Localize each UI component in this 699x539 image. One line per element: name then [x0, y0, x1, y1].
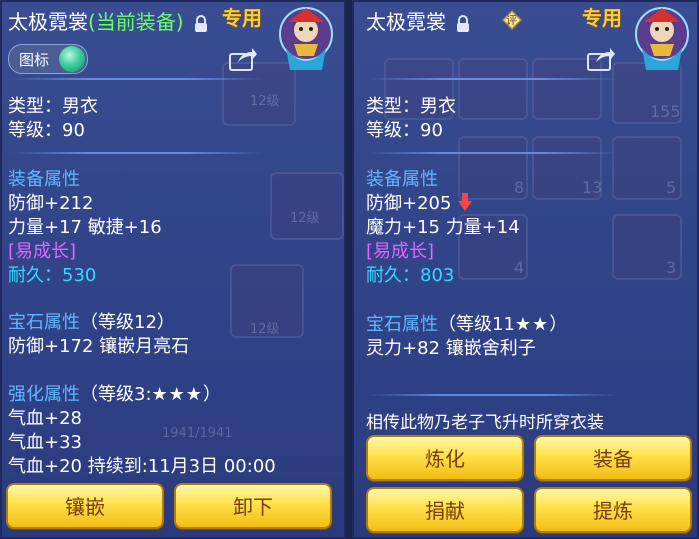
level-line: 等级：90: [8, 120, 85, 141]
enhance-header: 强化属性: [8, 384, 80, 405]
share-icon[interactable]: [228, 46, 258, 72]
item-name: 太极霓裳: [366, 10, 446, 34]
share-icon[interactable]: [586, 46, 616, 72]
enhance-header-line: 强化属性（等级3:★★★）: [8, 380, 221, 406]
gem-header: 宝石属性: [366, 314, 438, 335]
enhance-line: 气血+33: [8, 432, 82, 453]
durability-line: 耐久：803: [366, 265, 455, 286]
rating-badge-label: 评: [506, 14, 517, 27]
gem-line: 防御+172 镶嵌月亮石: [8, 336, 190, 357]
gem-line: 灵力+82 镶嵌舍利子: [366, 338, 536, 359]
bg-slot-count: 4: [514, 258, 525, 277]
divider: [368, 78, 618, 80]
lock-icon: [194, 14, 207, 32]
divider: [368, 152, 618, 154]
gem-close: ）: [549, 314, 568, 335]
bg-slot-count: 13: [582, 178, 603, 197]
enhance-stars: ★★★: [151, 384, 203, 405]
lock-icon: [457, 14, 470, 32]
extract-button[interactable]: 提炼: [534, 487, 692, 533]
divider: [12, 152, 262, 154]
enhance-line: 气血+20 持续到:11月3日 00:00: [8, 456, 276, 477]
bg-slot-label: 12级: [250, 94, 280, 109]
down-arrow-icon: [458, 193, 473, 211]
rating-badge-icon[interactable]: 评: [502, 10, 522, 30]
item-title: 太极霓裳(当前装备): [8, 6, 208, 35]
item-title: 太极霓裳: [366, 6, 470, 35]
bg-slot-count: 5: [666, 178, 677, 197]
type-line: 类型：男衣: [366, 96, 456, 117]
gem-header-line: 宝石属性（等级11★★）: [366, 310, 567, 336]
lore-text: 相传此物乃老子飞升时所穿衣装: [366, 413, 604, 433]
level-line: 等级：90: [366, 120, 443, 141]
enhance-close: ）: [202, 384, 221, 405]
avatar-icon: [279, 7, 333, 70]
gem-level: （等级11: [438, 314, 515, 335]
bg-slot-label: 12级: [250, 322, 280, 337]
exclusive-tag: 专用: [582, 6, 622, 30]
growth-tag: [易成长]: [8, 241, 77, 262]
bg-slot-count: 3: [666, 258, 677, 277]
gem-header-line: 宝石属性（等级12）: [8, 308, 175, 334]
icon-toggle[interactable]: 图标: [8, 44, 88, 74]
equipped-item-panel: 12级 12级 12级 1941/1941 太极霓裳(当前装备) 专用 图标 类…: [0, 0, 346, 539]
bg-slot-label: 12级: [290, 211, 320, 226]
inlay-button[interactable]: 镶嵌: [6, 483, 164, 529]
gem-stars: ★★: [514, 314, 550, 335]
gem-level: （等级12）: [80, 312, 175, 333]
type-line: 类型：男衣: [8, 96, 98, 117]
growth-tag: [易成长]: [366, 241, 435, 262]
bg-slot-count: 155: [650, 102, 681, 121]
attr-line: 防御+212: [8, 193, 94, 214]
equip-button[interactable]: 装备: [534, 435, 692, 481]
bg-slot-count: 8: [514, 178, 525, 197]
attr-header: 装备属性: [366, 169, 438, 190]
unequip-button[interactable]: 卸下: [174, 483, 332, 529]
avatar-icon: [635, 7, 689, 70]
donate-button[interactable]: 捐献: [366, 487, 524, 533]
attr-header: 装备属性: [8, 169, 80, 190]
refine-button[interactable]: 炼化: [366, 435, 524, 481]
gem-header: 宝石属性: [8, 312, 80, 333]
bg-slot: [270, 172, 344, 240]
divider: [368, 394, 618, 396]
attr-line-with-arrow: 防御+205: [366, 189, 473, 215]
bg-hp-label: 1941/1941: [162, 426, 233, 441]
enhance-level: （等级3:: [80, 384, 152, 405]
exclusive-tag: 专用: [222, 6, 262, 30]
icon-toggle-label: 图标: [19, 51, 50, 69]
toggle-knob-icon: [59, 46, 85, 72]
compare-item-panel: 155 8 13 5 4 3 太极霓裳 评 专用 类型：男衣 等级：90 装备属…: [352, 0, 699, 539]
attr-line: 防御+205: [366, 193, 452, 214]
item-name: 太极霓裳: [8, 10, 88, 34]
enhance-line: 气血+28: [8, 408, 82, 429]
divider: [12, 78, 262, 80]
attr-line: 魔力+15 力量+14: [366, 217, 520, 238]
attr-line: 力量+17 敏捷+16: [8, 217, 162, 238]
equipped-status: (当前装备): [88, 10, 184, 34]
bg-slot: [458, 58, 528, 120]
durability-line: 耐久：530: [8, 265, 97, 286]
